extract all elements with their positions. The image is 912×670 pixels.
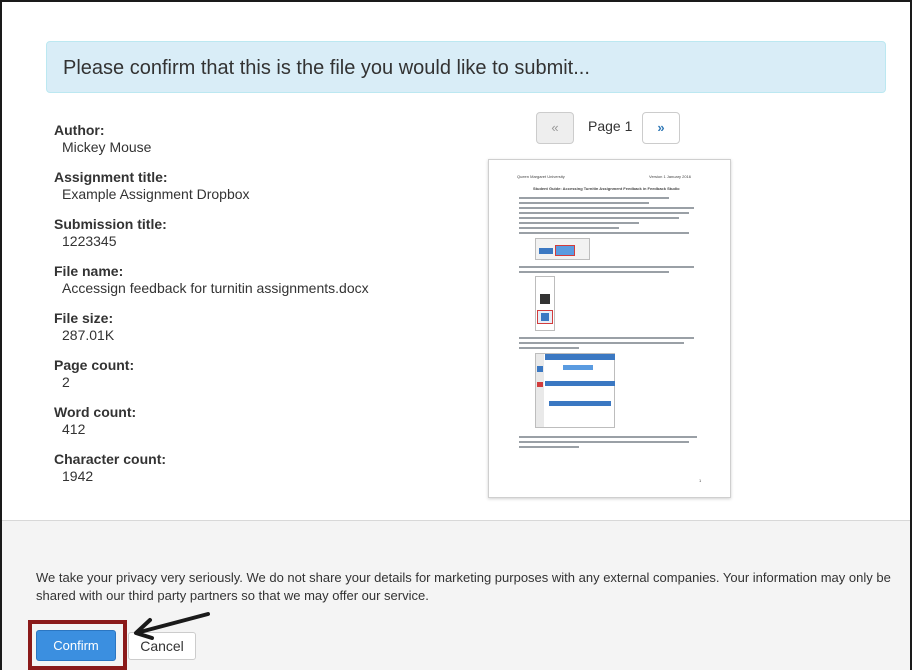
preview-text-line bbox=[519, 232, 689, 234]
detail-value: 1942 bbox=[62, 468, 94, 484]
page-pager: « Page 1 » bbox=[536, 112, 682, 144]
detail-assignment-title: Assignment title: Example Assignment Dro… bbox=[54, 169, 474, 216]
detail-character-count: Character count: 1942 bbox=[54, 451, 474, 498]
detail-value: Example Assignment Dropbox bbox=[62, 186, 250, 202]
preview-text-line bbox=[519, 342, 684, 344]
detail-submission-title: Submission title: 1223345 bbox=[54, 216, 474, 263]
preview-text-line bbox=[519, 207, 694, 209]
detail-value: 1223345 bbox=[62, 233, 117, 249]
preview-text-line bbox=[519, 202, 649, 204]
annotation-arrow-icon bbox=[134, 612, 210, 640]
preview-text-line bbox=[519, 266, 694, 268]
preview-graphic bbox=[536, 354, 544, 427]
detail-label: Character count: bbox=[54, 451, 167, 467]
preview-doc-title: Student Guide: Accessing Turnitin Assign… bbox=[533, 186, 680, 191]
preview-text-line bbox=[519, 227, 619, 229]
next-page-button[interactable]: » bbox=[642, 112, 680, 144]
preview-text-line bbox=[519, 347, 579, 349]
detail-value: 2 bbox=[62, 374, 70, 390]
preview-graphic bbox=[539, 248, 553, 254]
preview-graphic bbox=[541, 313, 549, 321]
preview-text-line bbox=[519, 222, 639, 224]
detail-word-count: Word count: 412 bbox=[54, 404, 474, 451]
detail-value: Accessign feedback for turnitin assignme… bbox=[62, 280, 369, 296]
preview-text-line bbox=[519, 446, 579, 448]
privacy-notice: We take your privacy very seriously. We … bbox=[36, 570, 891, 603]
page-indicator: Page 1 bbox=[588, 118, 633, 134]
preview-graphic bbox=[537, 366, 543, 372]
detail-author: Author: Mickey Mouse bbox=[54, 122, 474, 169]
detail-file-size: File size: 287.01K bbox=[54, 310, 474, 357]
preview-graphic bbox=[545, 381, 615, 386]
preview-graphic bbox=[540, 294, 550, 304]
detail-label: File name: bbox=[54, 263, 124, 279]
document-preview: Queen Margaret University Version 1 Janu… bbox=[488, 159, 731, 498]
detail-page-count: Page count: 2 bbox=[54, 357, 474, 404]
preview-graphic bbox=[537, 382, 543, 387]
detail-label: File size: bbox=[54, 310, 114, 326]
preview-header-right: Version 1 January 2016 bbox=[649, 174, 692, 179]
preview-text-line bbox=[519, 212, 689, 214]
detail-value: 287.01K bbox=[62, 327, 115, 343]
detail-label: Author: bbox=[54, 122, 105, 138]
confirm-banner: Please confirm that this is the file you… bbox=[46, 41, 886, 93]
detail-file-name: File name: Accessign feedback for turnit… bbox=[54, 263, 474, 310]
preview-graphic bbox=[563, 365, 593, 370]
detail-label: Word count: bbox=[54, 404, 137, 420]
preview-header-left: Queen Margaret University bbox=[517, 174, 565, 179]
preview-text-line bbox=[519, 436, 697, 438]
confirm-button[interactable]: Confirm bbox=[36, 630, 116, 661]
detail-value: 412 bbox=[62, 421, 86, 437]
confirm-banner-text: Please confirm that this is the file you… bbox=[63, 57, 590, 79]
preview-text-line bbox=[519, 197, 669, 199]
preview-graphic bbox=[549, 401, 611, 406]
preview-graphic bbox=[545, 354, 615, 360]
file-details: Author: Mickey Mouse Assignment title: E… bbox=[54, 122, 474, 498]
preview-text-line bbox=[519, 271, 669, 273]
preview-text-line bbox=[519, 217, 679, 219]
preview-page-number: 1 bbox=[699, 478, 702, 483]
preview-text-line bbox=[519, 441, 689, 443]
previous-page-button[interactable]: « bbox=[536, 112, 574, 144]
detail-value: Mickey Mouse bbox=[62, 139, 152, 155]
preview-graphic bbox=[555, 245, 575, 256]
detail-label: Page count: bbox=[54, 357, 135, 373]
preview-text-line bbox=[519, 337, 694, 339]
footer-divider bbox=[2, 520, 910, 521]
detail-label: Submission title: bbox=[54, 216, 167, 232]
detail-label: Assignment title: bbox=[54, 169, 168, 185]
